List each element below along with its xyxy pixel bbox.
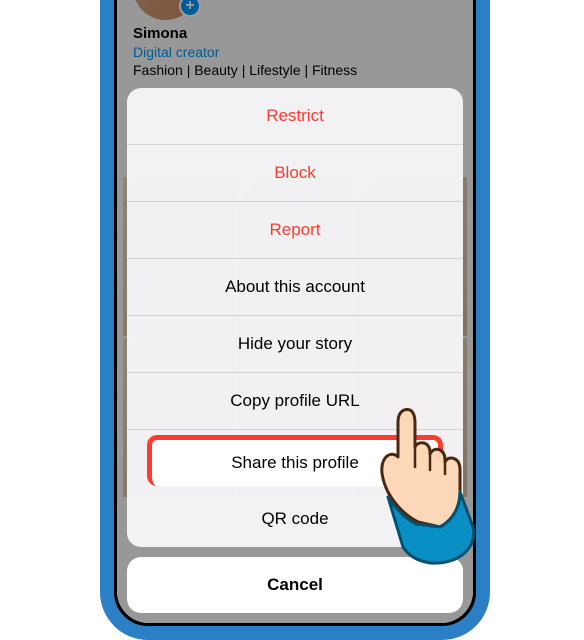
restrict-button[interactable]: Restrict bbox=[127, 88, 463, 145]
phone-frame: + Simona Digital creator Fashion | Beaut… bbox=[100, 0, 490, 640]
qr-code-button[interactable]: QR code bbox=[127, 491, 463, 547]
hide-story-button[interactable]: Hide your story bbox=[127, 316, 463, 373]
share-profile-button[interactable]: Share this profile bbox=[147, 435, 443, 486]
about-account-button[interactable]: About this account bbox=[127, 259, 463, 316]
report-button[interactable]: Report bbox=[127, 202, 463, 259]
block-button[interactable]: Block bbox=[127, 145, 463, 202]
action-sheet: Restrict Block Report About this account… bbox=[127, 88, 463, 613]
phone-screen: + Simona Digital creator Fashion | Beaut… bbox=[117, 0, 473, 623]
cancel-button[interactable]: Cancel bbox=[127, 557, 463, 613]
copy-url-button[interactable]: Copy profile URL bbox=[127, 373, 463, 430]
